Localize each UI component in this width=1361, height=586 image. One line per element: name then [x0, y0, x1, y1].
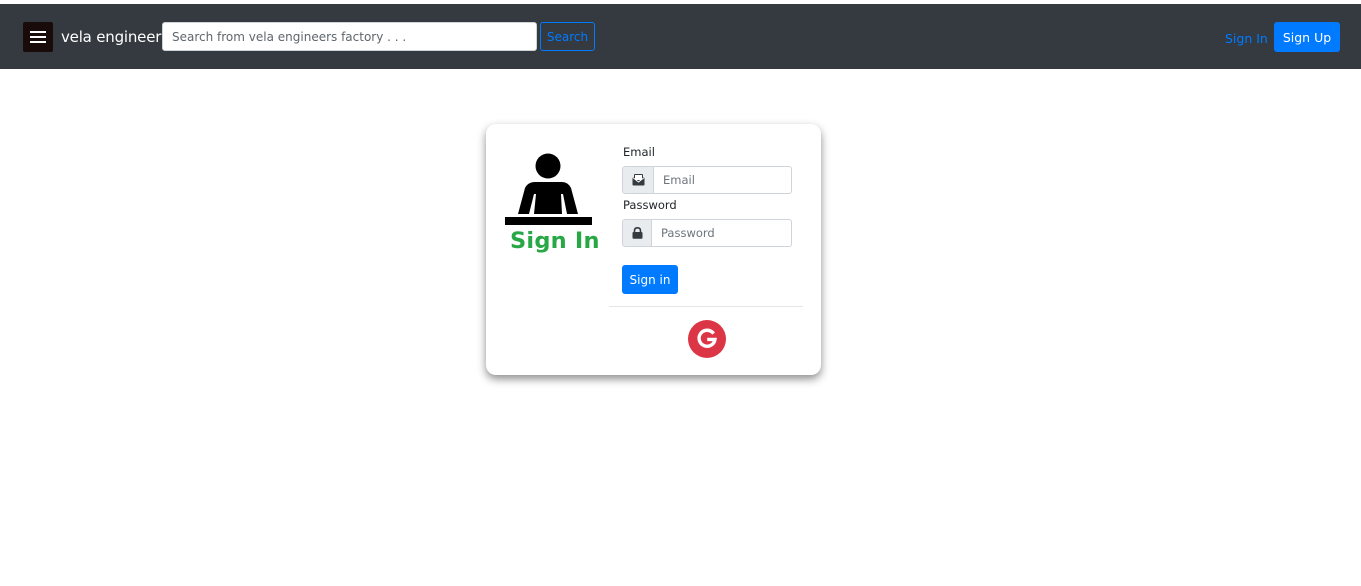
- person-at-desk-icon: [505, 153, 592, 225]
- password-field[interactable]: [652, 220, 791, 246]
- divider: [609, 306, 803, 307]
- navbar: vela engineer Search Sign In Sign Up: [0, 4, 1361, 69]
- signup-button[interactable]: Sign Up: [1274, 22, 1340, 52]
- signin-submit-button[interactable]: Sign in: [622, 265, 678, 294]
- signin-title: Sign In: [510, 228, 600, 254]
- menu-line-icon: [30, 36, 46, 38]
- signin-card: Sign In Email Password Sign in: [486, 124, 821, 375]
- menu-line-icon: [30, 31, 46, 33]
- google-signin-button[interactable]: [688, 320, 726, 358]
- email-label: Email: [623, 145, 655, 159]
- search-button[interactable]: Search: [540, 22, 595, 51]
- password-input-group: [622, 219, 792, 247]
- email-input-group: [622, 166, 792, 194]
- brand-name[interactable]: vela engineer: [61, 28, 161, 46]
- envelope-icon: [623, 167, 654, 193]
- hamburger-menu-button[interactable]: [23, 22, 53, 52]
- menu-line-icon: [30, 41, 46, 43]
- nav-signin-link[interactable]: Sign In: [1225, 31, 1268, 46]
- password-label: Password: [623, 198, 677, 212]
- search-input[interactable]: [162, 22, 537, 51]
- email-field[interactable]: [654, 167, 791, 193]
- lock-icon: [623, 220, 652, 246]
- google-icon: [697, 328, 717, 348]
